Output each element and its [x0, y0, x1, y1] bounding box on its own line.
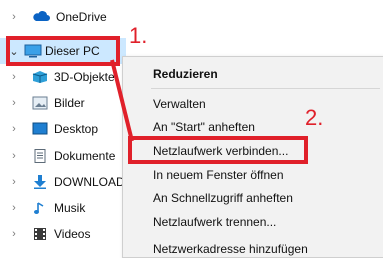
step-1-label: 1.: [129, 23, 148, 48]
step-2-label: 2.: [305, 105, 324, 130]
annotation-connector: [110, 59, 134, 142]
